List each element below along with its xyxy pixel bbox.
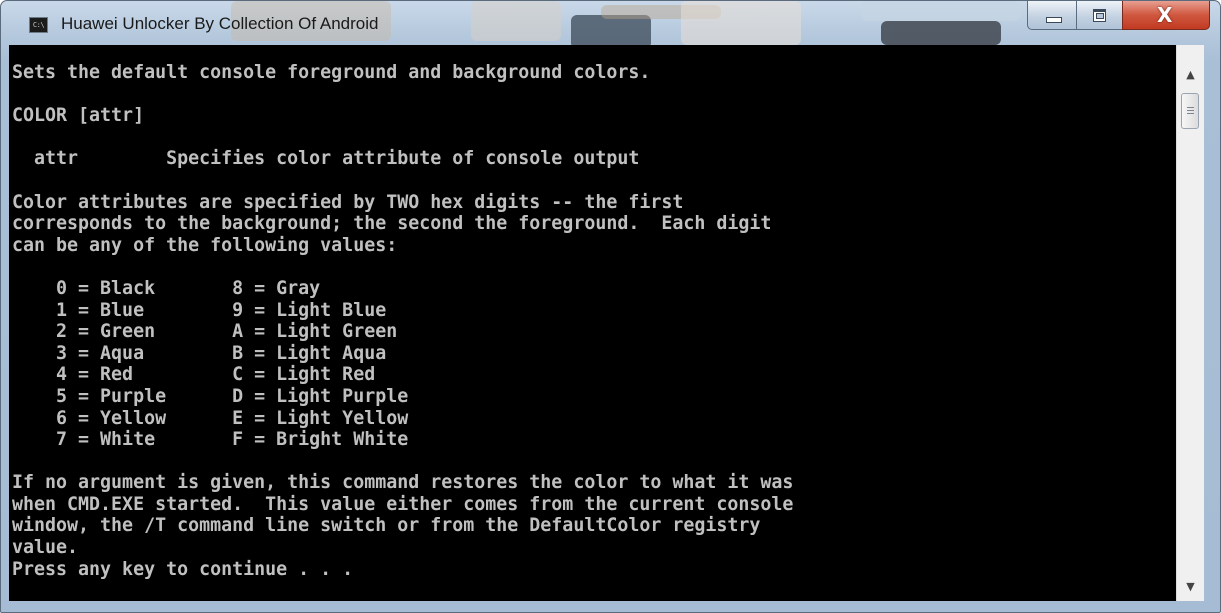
minimize-icon bbox=[1046, 17, 1062, 23]
console-line: 3 = Aqua B = Light Aqua bbox=[12, 342, 387, 364]
console-line: COLOR [attr] bbox=[12, 105, 145, 127]
console-line: Sets the default console foreground and … bbox=[12, 62, 651, 83]
console-line: Press any key to continue . . . bbox=[12, 558, 354, 580]
console-line: 7 = White F = Bright White bbox=[12, 429, 409, 451]
console-line: attr Specifies color attribute of consol… bbox=[12, 148, 640, 170]
console-line: If no argument is given, this command re… bbox=[12, 472, 794, 494]
scroll-up-icon[interactable]: ▲ bbox=[1177, 61, 1204, 89]
console-output[interactable]: Sets the default console foreground and … bbox=[9, 45, 1176, 601]
console-line: 1 = Blue 9 = Light Blue bbox=[12, 299, 387, 321]
console-text: Sets the default console foreground and … bbox=[12, 62, 793, 580]
cmd-icon[interactable]: C:\ bbox=[29, 17, 48, 33]
minimize-button[interactable] bbox=[1027, 1, 1077, 30]
console-line: 4 = Red C = Light Red bbox=[12, 364, 376, 386]
console-line: 6 = Yellow E = Light Yellow bbox=[12, 407, 409, 429]
scroll-down-icon[interactable]: ▼ bbox=[1177, 573, 1204, 601]
maximize-icon bbox=[1093, 9, 1106, 22]
vertical-scrollbar[interactable]: ▲ ▼ bbox=[1176, 45, 1204, 601]
window-title: Huawei Unlocker By Collection Of Android bbox=[61, 14, 379, 33]
console-line: value. bbox=[12, 537, 79, 559]
console-line: corresponds to the background; the secon… bbox=[12, 213, 772, 235]
maximize-button[interactable] bbox=[1076, 1, 1123, 30]
caption-buttons: X bbox=[1027, 1, 1211, 31]
close-icon: X bbox=[1157, 3, 1173, 27]
title-bar[interactable]: C:\ Huawei Unlocker By Collection Of And… bbox=[1, 1, 1220, 45]
window-frame-bottom bbox=[9, 601, 1203, 612]
console-line: can be any of the following values: bbox=[12, 234, 398, 256]
console-line: 2 = Green A = Light Green bbox=[12, 321, 398, 343]
close-button[interactable]: X bbox=[1122, 1, 1210, 30]
console-line: window, the /T command line switch or fr… bbox=[12, 515, 761, 537]
console-line: when CMD.EXE started. This value either … bbox=[12, 493, 794, 515]
console-window: C:\ Huawei Unlocker By Collection Of And… bbox=[0, 0, 1221, 613]
console-line: 5 = Purple D = Light Purple bbox=[12, 385, 409, 407]
scroll-thumb[interactable] bbox=[1181, 93, 1199, 129]
console-line: 0 = Black 8 = Gray bbox=[12, 277, 321, 299]
console-line: Color attributes are specified by TWO he… bbox=[12, 191, 684, 213]
